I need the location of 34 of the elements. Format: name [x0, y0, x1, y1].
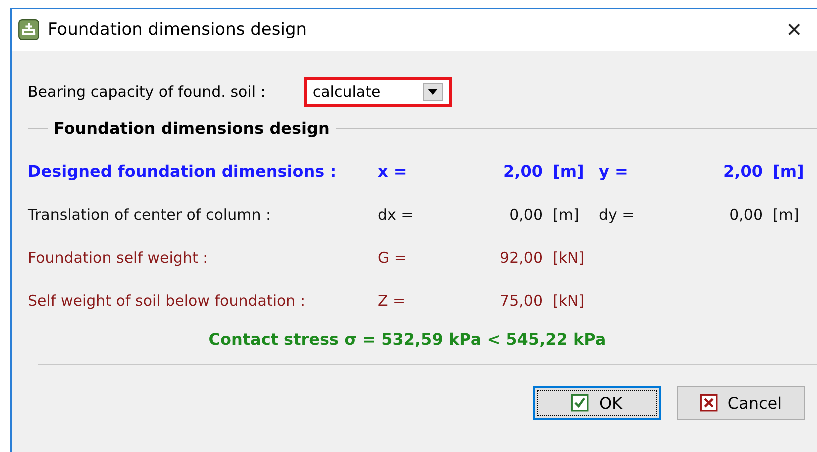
group-title: Foundation dimensions design [54, 119, 330, 138]
symbol-label: dx = [378, 206, 415, 224]
row-label: Foundation self weight : [28, 248, 210, 266]
cancel-button[interactable]: Cancel [677, 386, 805, 420]
bearing-label: Bearing capacity of found. soil : [28, 83, 266, 101]
x-mark-icon [700, 394, 718, 412]
value-text: 92,00 [499, 248, 543, 266]
app-icon [18, 19, 40, 41]
value-text: 2,00 [722, 162, 763, 181]
window-title: Foundation dimensions design [48, 20, 308, 40]
close-button[interactable]: ✕ [772, 18, 817, 42]
caret-icon [422, 83, 443, 101]
symbol-label: Z = [378, 292, 407, 310]
checkmark-icon [571, 394, 590, 412]
value-text: 0,00 [508, 206, 543, 224]
row-label: Designed foundation dimensions : [28, 162, 338, 181]
unit-label: [m] [772, 162, 806, 181]
symbol-label: dy = [599, 206, 636, 224]
bearing-dropdown[interactable]: calculate [304, 77, 452, 107]
unit-label: [m] [772, 206, 800, 224]
unit-label: [kN] [552, 248, 586, 266]
unit-label: [m] [552, 206, 580, 224]
unit-label: [m] [552, 162, 586, 181]
symbol-label: x = [378, 162, 408, 181]
ok-button[interactable]: OK [533, 386, 661, 420]
symbol-label: G = [378, 248, 408, 266]
value-text: 2,00 [502, 162, 543, 181]
unit-label: [kN] [552, 292, 586, 310]
row-label: Self weight of soil below foundation : [28, 292, 306, 310]
symbol-label: y = [599, 162, 630, 181]
value-text: 75,00 [499, 292, 543, 310]
value-text: 0,00 [728, 206, 763, 224]
row-label: Translation of center of column : [28, 206, 272, 224]
contact-stress-result: Contact stress σ = 532,59 kPa < 545,22 kPa [208, 330, 608, 349]
